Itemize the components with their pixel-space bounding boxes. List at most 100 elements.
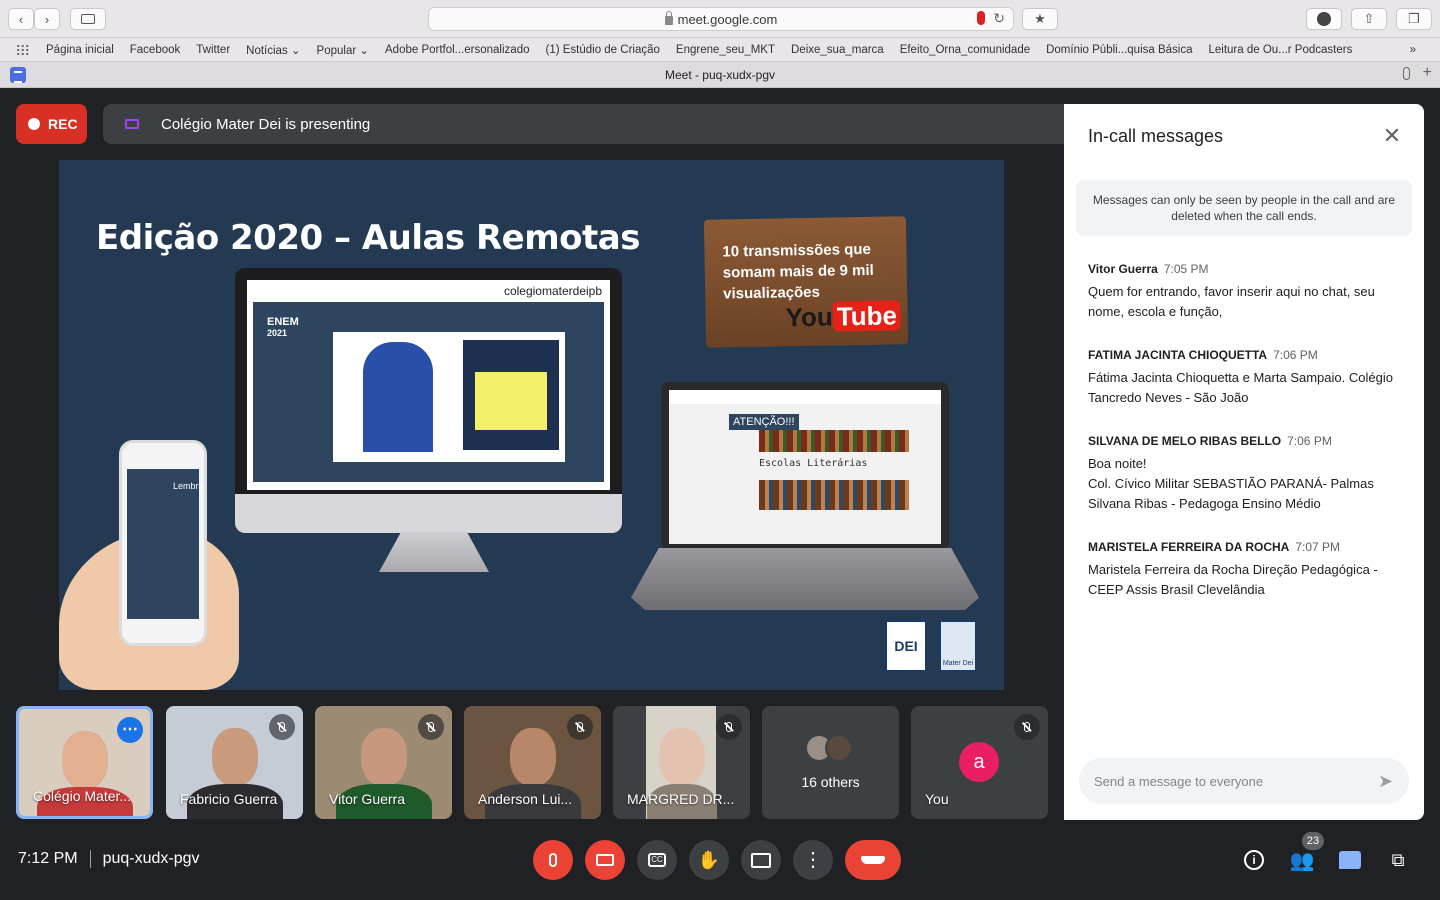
send-icon[interactable]: ➤ bbox=[1378, 771, 1398, 791]
more-options-icon[interactable]: ⋯ bbox=[117, 717, 143, 743]
bookmark-item[interactable]: (1) Estúdio de Criação bbox=[545, 44, 659, 56]
mic-off-icon bbox=[716, 714, 742, 740]
more-options-button[interactable]: ⋮ bbox=[793, 840, 833, 880]
self-tile[interactable]: a You bbox=[911, 706, 1048, 819]
message-time: 7:05 PM bbox=[1163, 262, 1209, 276]
chat-message: MARISTELA FERREIRA DA ROCHA 7:07 PM Maris… bbox=[1088, 540, 1404, 600]
bookmark-item[interactable]: Adobe Portfol...ersonalizado bbox=[385, 44, 529, 56]
bookmark-item[interactable]: Domínio Públi...quisa Básica bbox=[1046, 44, 1192, 56]
browser-toolbar: ‹ › meet.google.com ↻ ★ ⇧ ❐ bbox=[0, 0, 1440, 38]
message-list: Vitor Guerra 7:05 PM Quem for entrando, f… bbox=[1088, 262, 1404, 626]
bookmarks-bar: Página inicial Facebook Twitter Notícias… bbox=[0, 38, 1440, 62]
chat-icon bbox=[1339, 851, 1361, 869]
microphone-icon[interactable] bbox=[1403, 67, 1410, 80]
slide-title: Edição 2020 – Aulas Remotas bbox=[96, 218, 640, 258]
close-icon[interactable]: ✕ bbox=[1380, 123, 1404, 148]
toggle-mic-button[interactable] bbox=[533, 840, 573, 880]
lock-icon bbox=[664, 10, 673, 25]
participant-tile[interactable]: Anderson Lui... bbox=[464, 706, 601, 819]
participant-face bbox=[658, 728, 705, 786]
toggle-camera-button[interactable] bbox=[585, 840, 625, 880]
chat-button[interactable] bbox=[1338, 848, 1362, 872]
participant-face bbox=[211, 728, 258, 786]
participant-name: Vitor Guerra bbox=[329, 791, 405, 807]
new-tab-icon[interactable]: + bbox=[1423, 64, 1432, 82]
grid-icon[interactable] bbox=[16, 43, 30, 56]
address-bar[interactable]: meet.google.com ↻ bbox=[428, 7, 1014, 31]
chat-message: SILVANA DE MELO RIBAS BELLO 7:06 PM Boa n… bbox=[1088, 434, 1404, 514]
mater-logo-text: Mater Dei bbox=[942, 660, 974, 667]
books-row bbox=[759, 480, 909, 510]
message-time: 7:06 PM bbox=[1273, 348, 1318, 362]
books-row bbox=[759, 430, 909, 452]
sidebar-button[interactable] bbox=[70, 8, 106, 30]
youtube-tube-label: Tube bbox=[832, 300, 902, 332]
tabs-button[interactable]: ❐ bbox=[1396, 8, 1432, 30]
mater-dei-logo: Mater Dei bbox=[939, 620, 977, 672]
raise-hand-button[interactable]: ✋ bbox=[689, 840, 729, 880]
shared-screen: Edição 2020 – Aulas Remotas colegiomater… bbox=[59, 160, 1004, 690]
people-button[interactable]: 👥 bbox=[1290, 848, 1315, 872]
participant-tile[interactable]: ⋯ Colégio Mater... bbox=[16, 706, 153, 819]
url-text: meet.google.com bbox=[677, 11, 778, 27]
reload-icon[interactable]: ↻ bbox=[993, 10, 1005, 27]
message-time: 7:06 PM bbox=[1287, 434, 1332, 448]
share-button[interactable]: ⇧ bbox=[1351, 8, 1387, 30]
tab-bar: Meet - puq-xudx-pgv + bbox=[0, 62, 1440, 88]
tab-title[interactable]: Meet - puq-xudx-pgv bbox=[665, 68, 775, 82]
video-board bbox=[463, 340, 559, 450]
recording-badge[interactable]: REC bbox=[16, 104, 87, 144]
bookmark-item[interactable]: Leitura de Ou...r Podcasters bbox=[1209, 44, 1353, 56]
laptop-screen: ATENÇÃO!!! Escolas Literárias bbox=[669, 390, 941, 544]
captions-button[interactable]: CC bbox=[637, 840, 677, 880]
tabs-icon: ❐ bbox=[1408, 11, 1420, 26]
enem-logo: ENEM bbox=[267, 316, 299, 328]
others-tile[interactable]: 16 others bbox=[762, 706, 899, 819]
youtube-you-label: You bbox=[785, 301, 834, 333]
bookmark-item[interactable]: Engrene_seu_MKT bbox=[676, 44, 775, 56]
sidebar-icon bbox=[81, 14, 95, 24]
dei-logo: DEI bbox=[885, 620, 927, 672]
sign-text: 10 transmissões que somam mais de 9 mil … bbox=[722, 240, 874, 303]
bookmark-item[interactable]: Deixe_sua_marca bbox=[791, 44, 884, 56]
meeting-info: 7:12 PM puq-xudx-pgv bbox=[18, 850, 200, 868]
self-avatar: a bbox=[959, 742, 999, 782]
monitor-screen: colegiomaterdeipb ENEM 2021 bbox=[247, 280, 610, 490]
clock-time: 7:12 PM bbox=[18, 850, 78, 867]
reader-button[interactable]: ★ bbox=[1022, 8, 1058, 30]
bookmark-item[interactable]: Página inicial bbox=[46, 44, 114, 56]
monitor-stand bbox=[379, 532, 489, 572]
record-dot-icon bbox=[28, 118, 40, 130]
dei-logo-text: DEI bbox=[894, 638, 918, 654]
chat-message-input[interactable]: Send a message to everyone bbox=[1079, 758, 1409, 804]
message-text: Boa noite! bbox=[1088, 456, 1147, 471]
microphone-icon[interactable] bbox=[977, 11, 985, 25]
share-icon: ⇧ bbox=[1363, 11, 1375, 26]
bookmark-item[interactable]: Notícias ⌄ bbox=[246, 43, 300, 57]
participant-tile[interactable]: MARGRED DR... bbox=[613, 706, 750, 819]
participant-face bbox=[509, 728, 556, 786]
bookmark-item[interactable]: Facebook bbox=[130, 44, 181, 56]
bookmarks-overflow-button[interactable]: » bbox=[1410, 44, 1416, 56]
chat-message: Vitor Guerra 7:05 PM Quem for entrando, f… bbox=[1088, 262, 1404, 322]
participant-tile[interactable]: Vitor Guerra bbox=[315, 706, 452, 819]
message-text: Quem for entrando, favor inserir aqui no… bbox=[1088, 284, 1375, 299]
back-button[interactable]: ‹ bbox=[8, 8, 34, 30]
participant-name: Colégio Mater... bbox=[33, 788, 132, 804]
monitor-chin bbox=[235, 494, 622, 533]
participant-face bbox=[61, 731, 108, 789]
bookmark-item[interactable]: Efeito_Orna_comunidade bbox=[900, 44, 1030, 56]
chevron-right-icon: › bbox=[44, 11, 50, 27]
bookmark-item[interactable]: Popular ⌄ bbox=[317, 43, 369, 57]
activities-button[interactable]: ⧉ bbox=[1386, 848, 1410, 872]
participant-tile[interactable]: Fabricio Guerra bbox=[166, 706, 303, 819]
participant-name: Anderson Lui... bbox=[478, 791, 573, 807]
bookmark-item[interactable]: Twitter bbox=[196, 44, 230, 56]
meeting-details-button[interactable]: i bbox=[1242, 848, 1266, 872]
forward-button[interactable]: › bbox=[34, 8, 60, 30]
download-button[interactable] bbox=[1306, 8, 1342, 30]
message-text: Col. Cívico Militar SEBASTIÃO PARANÁ- Pa… bbox=[1088, 476, 1374, 491]
leave-call-button[interactable] bbox=[845, 840, 901, 880]
info-icon: i bbox=[1244, 850, 1264, 870]
present-now-button[interactable] bbox=[741, 840, 781, 880]
